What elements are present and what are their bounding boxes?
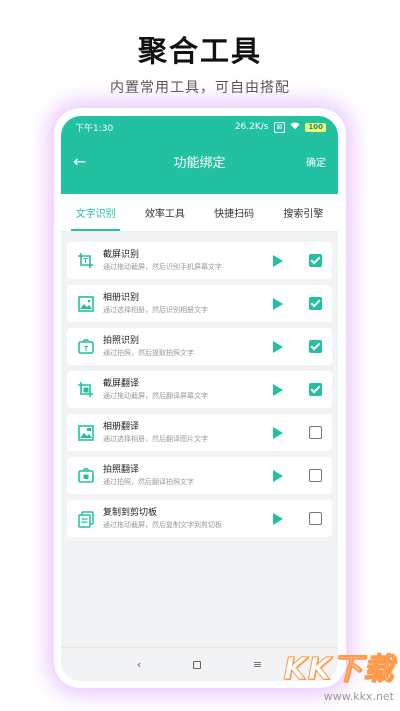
notification-box-icon: ⊠ bbox=[273, 121, 286, 133]
battery-icon: 100 bbox=[305, 122, 326, 132]
nav-home-icon[interactable] bbox=[193, 660, 202, 669]
item-text: 拍照识别 通过拍照，然后提取拍照文字 bbox=[103, 335, 273, 358]
confirm-button[interactable]: 确定 bbox=[296, 154, 326, 169]
list-item-album-translate: 相册翻译 通过选择相册，然后翻译图片文字 bbox=[67, 414, 332, 451]
nav-back-icon[interactable]: ‹ bbox=[137, 658, 141, 671]
item-checkbox[interactable] bbox=[309, 254, 322, 267]
status-right: 26.2K/s ⊠ 100 bbox=[234, 121, 326, 133]
item-description: 通过拖动截屏，然后翻译屏幕文字 bbox=[103, 392, 208, 400]
album-image-icon bbox=[77, 295, 95, 313]
network-speed: 26.2K/s bbox=[234, 122, 269, 132]
toolbar: ← 功能绑定 确定 bbox=[61, 142, 338, 180]
watermark-url: www.kkx.net bbox=[323, 690, 394, 703]
play-icon[interactable] bbox=[273, 512, 283, 525]
play-icon[interactable] bbox=[273, 254, 283, 267]
watermark-logo: KK下载 bbox=[283, 652, 394, 688]
item-text: 复制到剪切板 通过拖动截屏，然后复制文字到剪切板 bbox=[103, 507, 273, 530]
page-title: 功能绑定 bbox=[173, 155, 226, 171]
svg-text:T: T bbox=[84, 346, 89, 353]
item-text: 截屏识别 通过拖动截屏，然后识别手机屏幕文字 bbox=[103, 249, 273, 272]
play-icon[interactable] bbox=[273, 297, 283, 310]
item-description: 通过拍照，然后提取拍照文字 bbox=[103, 349, 194, 357]
hero-title: 聚合工具 bbox=[137, 34, 262, 68]
crop-translate-icon bbox=[77, 381, 95, 399]
item-checkbox[interactable] bbox=[309, 426, 322, 439]
tab-quick-scan[interactable]: 快捷扫码 bbox=[200, 194, 269, 231]
item-title: 拍照翻译 bbox=[103, 465, 140, 475]
item-title: 相册翻译 bbox=[103, 422, 140, 432]
play-icon[interactable] bbox=[273, 340, 283, 353]
tab-search-engine[interactable]: 搜索引擎 bbox=[269, 194, 338, 231]
wifi-icon bbox=[290, 122, 300, 133]
app-bar: 下午1:30 26.2K/s ⊠ 100 ← 功能绑定 确定 bbox=[61, 116, 338, 194]
item-checkbox[interactable] bbox=[309, 512, 322, 525]
item-title: 复制到剪切板 bbox=[103, 508, 158, 518]
status-bar: 下午1:30 26.2K/s ⊠ 100 bbox=[61, 116, 338, 138]
list-item-camera-translate: 拍照翻译 通过拍照，然后翻译拍照文字 bbox=[67, 457, 332, 494]
item-checkbox[interactable] bbox=[309, 340, 322, 353]
item-description: 通过选择相册，然后翻译图片文字 bbox=[103, 435, 208, 443]
crop-text-icon: T bbox=[77, 252, 95, 270]
list-item-copy-clipboard: 复制到剪切板 通过拖动截屏，然后复制文字到剪切板 bbox=[67, 500, 332, 537]
list-item-screenshot-ocr: T 截屏识别 通过拖动截屏，然后识别手机屏幕文字 bbox=[67, 242, 332, 279]
item-description: 通过选择相册，然后识别相册文字 bbox=[103, 306, 208, 314]
camera-text-icon: T bbox=[77, 338, 95, 356]
list-item-screenshot-translate: 截屏翻译 通过拖动截屏，然后翻译屏幕文字 bbox=[67, 371, 332, 408]
item-title: 相册识别 bbox=[103, 293, 140, 303]
hero-subtitle: 内置常用工具，可自由搭配 bbox=[110, 80, 290, 96]
watermark: KK下载 www.kkx.net bbox=[254, 644, 394, 708]
play-icon[interactable] bbox=[273, 426, 283, 439]
camera-translate-icon bbox=[77, 467, 95, 485]
phone-screen: 下午1:30 26.2K/s ⊠ 100 ← 功能绑定 确定 文字识别 效率工具… bbox=[61, 116, 338, 681]
item-description: 通过拖动截屏，然后复制文字到剪切板 bbox=[103, 521, 222, 529]
item-description: 通过拍照，然后翻译拍照文字 bbox=[103, 478, 194, 486]
play-icon[interactable] bbox=[273, 469, 283, 482]
item-checkbox[interactable] bbox=[309, 469, 322, 482]
item-text: 截屏翻译 通过拖动截屏，然后翻译屏幕文字 bbox=[103, 378, 273, 401]
item-text: 相册识别 通过选择相册，然后识别相册文字 bbox=[103, 292, 273, 315]
tab-bar: 文字识别 效率工具 快捷扫码 搜索引擎 bbox=[61, 194, 338, 232]
item-title: 截屏识别 bbox=[103, 250, 140, 260]
item-text: 拍照翻译 通过拍照，然后翻译拍照文字 bbox=[103, 464, 273, 487]
back-arrow-icon[interactable]: ← bbox=[73, 152, 103, 171]
play-icon[interactable] bbox=[273, 383, 283, 396]
function-list: T 截屏识别 通过拖动截屏，然后识别手机屏幕文字 相册识别 通过选择相册，然后识… bbox=[61, 232, 338, 537]
album-translate-icon bbox=[77, 424, 95, 442]
list-item-camera-ocr: T 拍照识别 通过拍照，然后提取拍照文字 bbox=[67, 328, 332, 365]
item-title: 截屏翻译 bbox=[103, 379, 140, 389]
item-description: 通过拖动截屏，然后识别手机屏幕文字 bbox=[103, 263, 222, 271]
tab-text-recognition[interactable]: 文字识别 bbox=[61, 194, 130, 231]
item-text: 相册翻译 通过选择相册，然后翻译图片文字 bbox=[103, 421, 273, 444]
tab-efficiency-tools[interactable]: 效率工具 bbox=[130, 194, 199, 231]
item-checkbox[interactable] bbox=[309, 297, 322, 310]
list-item-album-ocr: 相册识别 通过选择相册，然后识别相册文字 bbox=[67, 285, 332, 322]
svg-text:T: T bbox=[83, 258, 88, 265]
status-time: 下午1:30 bbox=[75, 123, 114, 134]
item-title: 拍照识别 bbox=[103, 336, 140, 346]
copy-clipboard-icon bbox=[77, 510, 95, 528]
item-checkbox[interactable] bbox=[309, 383, 322, 396]
